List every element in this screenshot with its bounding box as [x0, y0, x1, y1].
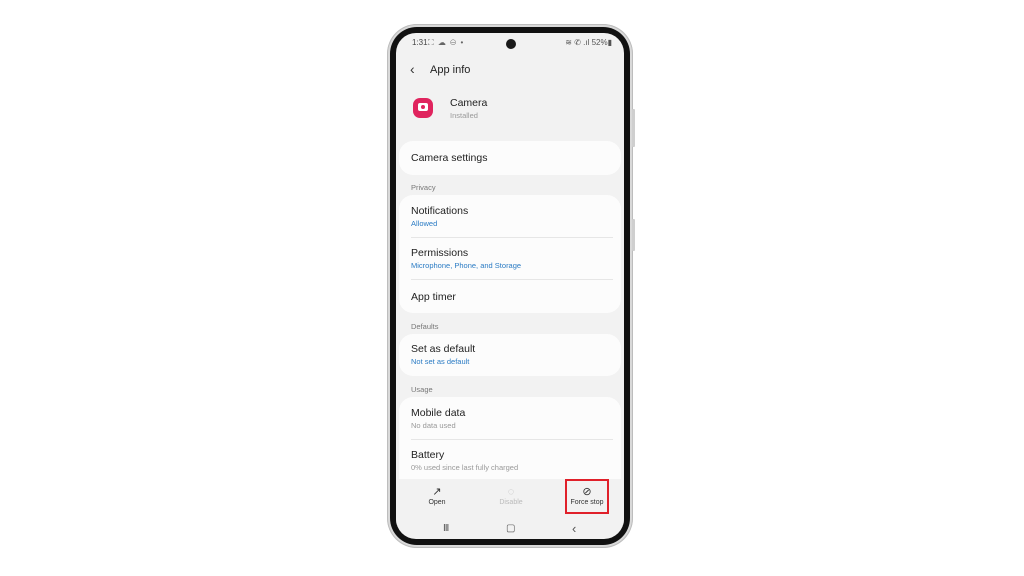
- camera-settings-card[interactable]: Camera settings: [399, 141, 621, 175]
- volume-button: [632, 109, 635, 147]
- item-title: Permissions: [411, 247, 469, 259]
- list-item-permissions[interactable]: Permissions Microphone, Phone, and Stora…: [399, 247, 621, 270]
- section-privacy: Privacy: [411, 183, 436, 192]
- disable-button[interactable]: ◌ Disable: [481, 485, 541, 506]
- divider: [411, 439, 613, 440]
- camera-app-icon: [413, 98, 433, 118]
- disable-icon: ◌: [507, 486, 515, 498]
- app-bar: ‹ App info: [396, 57, 624, 81]
- signal-icons: ≋ ✆ .ıl: [565, 38, 590, 47]
- item-subtitle: 0% used since last fully charged: [411, 463, 519, 472]
- navigation-bar: III ▢ ‹: [396, 521, 624, 539]
- divider: [411, 237, 613, 238]
- list-item-notifications[interactable]: Notifications Allowed: [399, 205, 621, 228]
- list-item-mobile-data[interactable]: Mobile data No data used: [399, 407, 621, 430]
- status-bar: 1:31 ⛶ ☁ ⊖ • ≋ ✆ .ıl 52%▮: [396, 33, 624, 51]
- battery-level: 52%: [591, 38, 608, 47]
- open-external-icon: ↗: [432, 486, 442, 498]
- screen: 1:31 ⛶ ☁ ⊖ • ≋ ✆ .ıl 52%▮ ‹ App info Cam…: [396, 33, 624, 539]
- item-subtitle: Microphone, Phone, and Storage: [411, 261, 522, 270]
- phone-frame: 1:31 ⛶ ☁ ⊖ • ≋ ✆ .ıl 52%▮ ‹ App info Cam…: [387, 24, 635, 548]
- item-subtitle: Allowed: [411, 219, 438, 228]
- item-subtitle: Not set as default: [411, 357, 470, 366]
- back-arrow-icon[interactable]: ‹: [410, 61, 415, 77]
- disable-label: Disable: [499, 499, 523, 506]
- home-icon[interactable]: ▢: [506, 523, 515, 534]
- app-install-status: Installed: [450, 111, 478, 120]
- open-label: Open: [428, 499, 446, 506]
- list-item-battery[interactable]: Battery 0% used since last fully charged: [399, 449, 621, 472]
- item-title: Notifications: [411, 205, 469, 217]
- item-subtitle: No data used: [411, 421, 456, 430]
- app-name: Camera: [450, 97, 488, 109]
- power-button: [632, 219, 635, 251]
- nav-back-icon[interactable]: ‹: [572, 521, 576, 536]
- notification-icons: ⛶ ☁ ⊖ •: [428, 38, 465, 47]
- section-defaults: Defaults: [411, 322, 439, 331]
- item-title: Battery: [411, 449, 445, 461]
- front-camera-icon: [506, 39, 516, 49]
- section-usage: Usage: [411, 385, 433, 394]
- list-item-app-timer[interactable]: App timer: [399, 291, 621, 303]
- open-button[interactable]: ↗ Open: [407, 485, 467, 506]
- item-title: Mobile data: [411, 407, 466, 419]
- item-title: App timer: [411, 291, 456, 303]
- recents-icon[interactable]: III: [443, 523, 449, 534]
- divider: [411, 279, 613, 280]
- camera-settings-label: Camera settings: [411, 152, 488, 164]
- battery-icon: ▮: [607, 38, 612, 47]
- status-time: 1:31: [412, 38, 428, 47]
- defaults-card: Set as default Not set as default: [399, 334, 621, 376]
- privacy-card: Notifications Allowed Permissions Microp…: [399, 195, 621, 313]
- force-stop-highlight-box: [565, 479, 609, 514]
- page-title: App info: [430, 64, 471, 76]
- status-right: ≋ ✆ .ıl 52%▮: [565, 38, 612, 47]
- list-item-set-as-default[interactable]: Set as default Not set as default: [399, 343, 621, 366]
- item-title: Set as default: [411, 343, 476, 355]
